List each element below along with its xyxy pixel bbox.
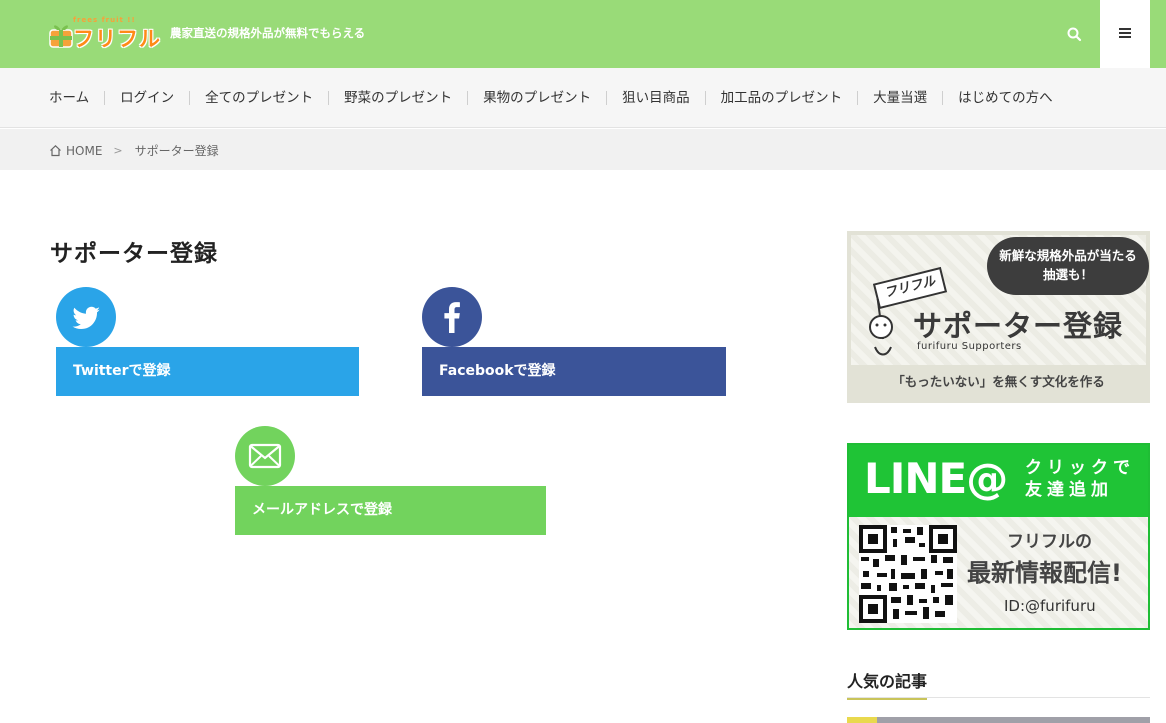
hamburger-icon-line — [1119, 32, 1131, 34]
supporter-banner-subtitle: furifuru Supporters — [917, 341, 1022, 352]
menu-button[interactable] — [1100, 0, 1150, 68]
nav-item-vegetables[interactable]: 野菜のプレゼント — [328, 91, 467, 105]
bubble-line-2: 抽選も！ — [1042, 267, 1093, 282]
twitter-register-button[interactable]: Twitterで登録 — [56, 347, 359, 396]
gift-box-icon — [49, 25, 73, 48]
hamburger-icon-line — [1119, 36, 1131, 38]
nav-item-bulk[interactable]: 大量当選 — [857, 91, 942, 105]
line-click-text: クリックで 友達追加 — [1025, 457, 1135, 501]
search-icon — [1067, 27, 1082, 42]
line-logo: LINE@ — [864, 454, 1008, 503]
line-banner[interactable]: LINE@ クリックで 友達追加 フリフルの 最新情報配信! ID:@furif… — [847, 443, 1150, 630]
search-button[interactable] — [1060, 20, 1088, 48]
bubble-line-1: 新鮮な規格外品が当たる — [999, 248, 1137, 263]
line-click-line-2: 友達追加 — [1025, 480, 1113, 500]
site-logo[interactable]: frees fruit !! フリフル — [49, 16, 161, 51]
qr-code-icon — [859, 525, 957, 623]
facebook-register-button[interactable]: Facebookで登録 — [422, 347, 726, 396]
line-banner-header: LINE@ クリックで 友達追加 — [849, 445, 1148, 517]
breadcrumb: HOME > サポーター登録 — [0, 129, 1166, 170]
nav-item-login[interactable]: ログイン — [104, 91, 189, 105]
global-nav: ホーム ログイン 全てのプレゼント 野菜のプレゼント 果物のプレゼント 狙い目商… — [0, 68, 1166, 128]
facebook-register-label: Facebookで登録 — [439, 363, 556, 379]
home-icon — [50, 144, 61, 157]
breadcrumb-home[interactable]: HOME — [66, 144, 102, 158]
line-click-line-1: クリックで — [1025, 458, 1135, 478]
popular-heading-label: 人気の記事 — [847, 668, 928, 700]
nav-item-all-presents[interactable]: 全てのプレゼント — [189, 91, 328, 105]
site-header: frees fruit !! フリフル 農家直送の規格外品が無料でもらえる — [0, 0, 1166, 68]
facebook-icon[interactable] — [422, 287, 482, 347]
line-banner-text-2: 最新情報配信! — [967, 559, 1122, 587]
mascot-icon — [869, 299, 893, 356]
page-title: サポーター登録 — [50, 241, 218, 267]
line-banner-id: ID:@furifuru — [1004, 597, 1096, 615]
breadcrumb-current: サポーター登録 — [134, 144, 219, 158]
email-register-label: メールアドレスで登録 — [252, 502, 392, 518]
nav-item-fruits[interactable]: 果物のプレゼント — [467, 91, 606, 105]
nav-item-beginners[interactable]: はじめての方へ — [942, 91, 1068, 105]
supporter-banner[interactable]: 新鮮な規格外品が当たる 抽選も！ フリフル サポーター登録 furifuru S… — [847, 231, 1150, 403]
supporter-banner-image: 新鮮な規格外品が当たる 抽選も！ フリフル サポーター登録 furifuru S… — [851, 235, 1149, 365]
site-tagline: 農家直送の規格外品が無料でもらえる — [170, 26, 366, 40]
logo-text: フリフル — [73, 27, 161, 51]
popular-articles-heading: 人気の記事 — [847, 668, 1150, 700]
twitter-icon[interactable] — [56, 287, 116, 347]
nav-item-processed[interactable]: 加工品のプレゼント — [704, 91, 858, 105]
email-register-button[interactable]: メールアドレスで登録 — [235, 486, 546, 535]
twitter-register-label: Twitterで登録 — [73, 363, 171, 379]
supporter-banner-caption: 「もったいない」を無くす文化を作る — [892, 374, 1105, 389]
speech-bubble: 新鮮な規格外品が当たる 抽選も！ — [987, 237, 1149, 295]
supporter-banner-title: サポーター登録 — [913, 309, 1124, 343]
hamburger-icon — [1119, 28, 1131, 30]
envelope-icon[interactable] — [235, 426, 295, 486]
popular-article-thumbnail[interactable] — [847, 717, 1150, 723]
chevron-right-icon: > — [113, 144, 123, 157]
nav-item-target-products[interactable]: 狙い目商品 — [606, 91, 705, 105]
line-banner-text-1: フリフルの — [1007, 532, 1092, 552]
nav-item-home[interactable]: ホーム — [49, 91, 104, 105]
